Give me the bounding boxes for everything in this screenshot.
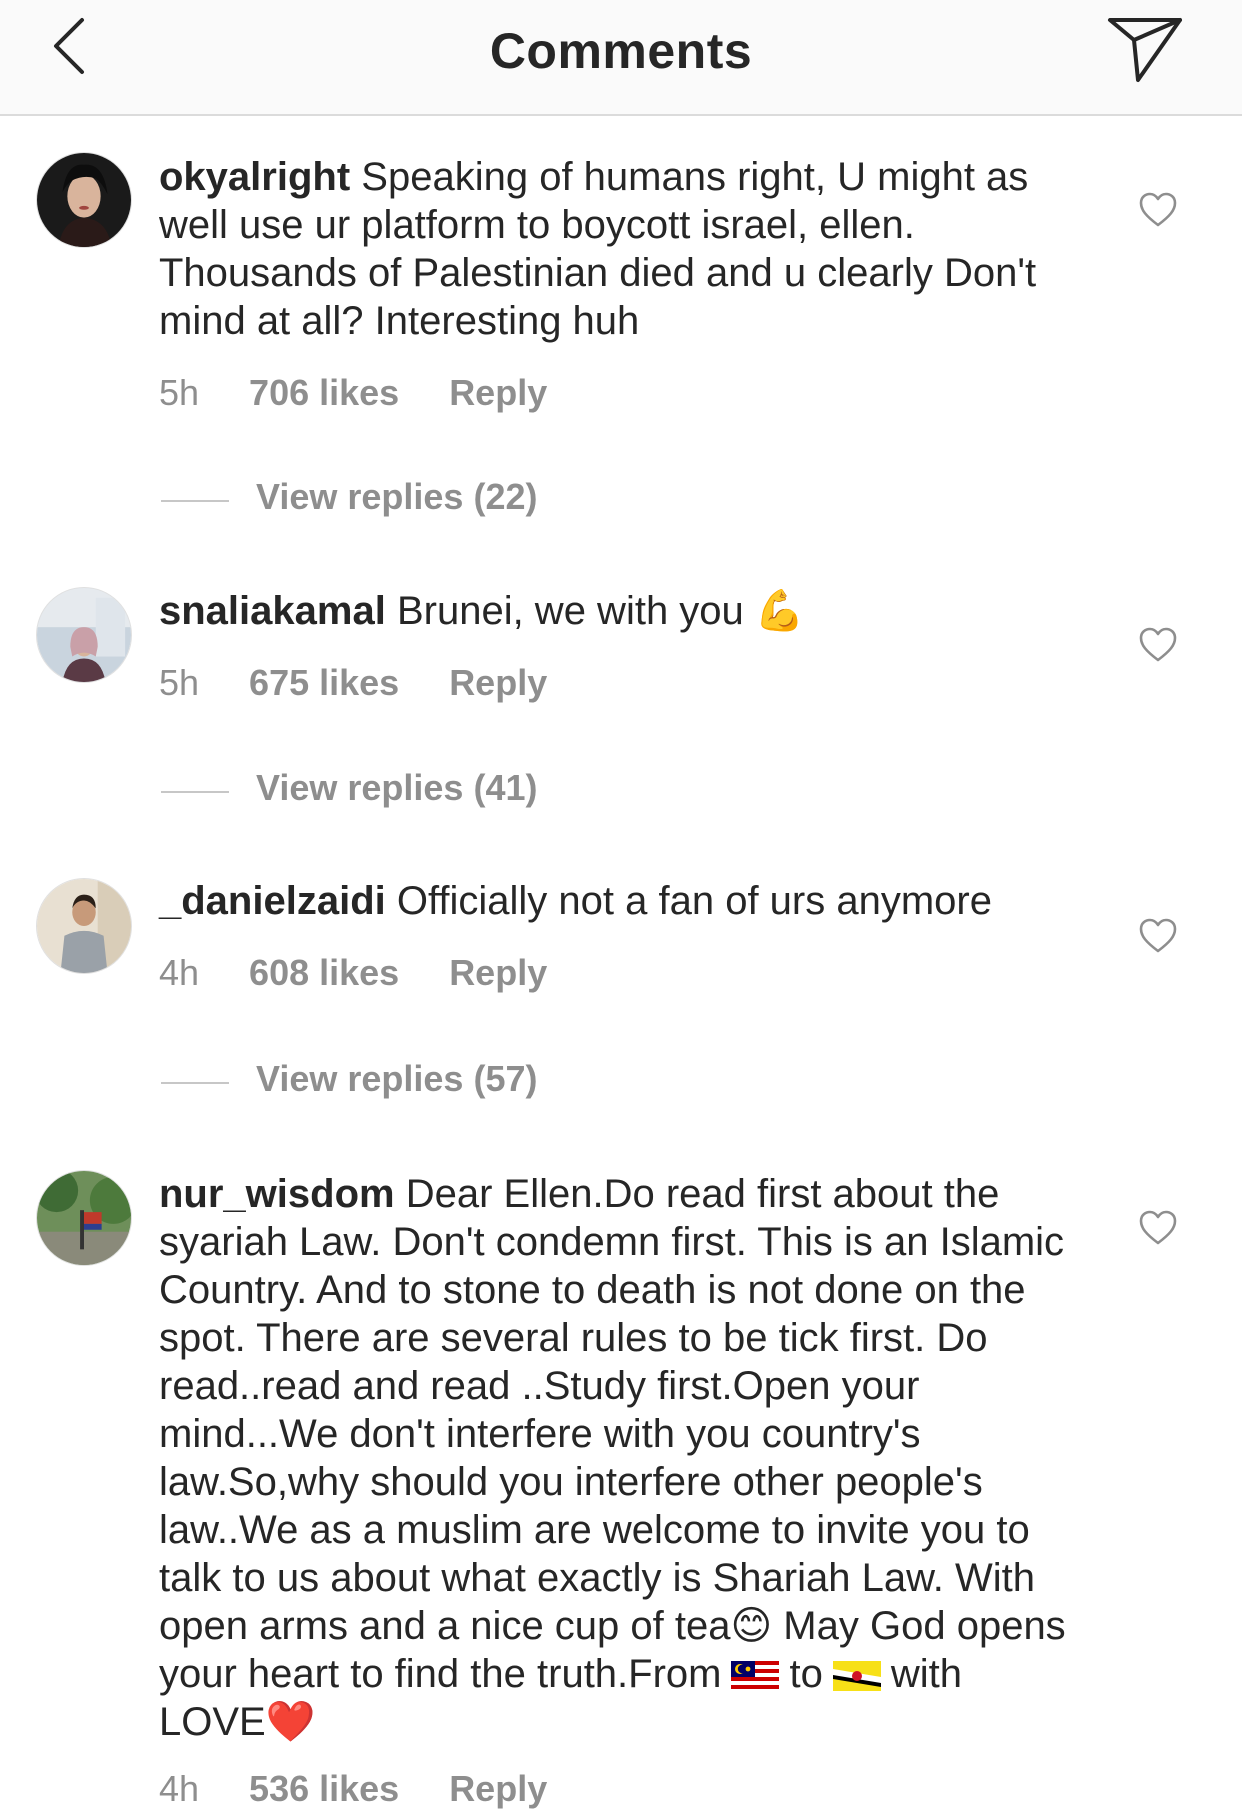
reply-button[interactable]: Reply [449, 662, 547, 704]
replies-divider [161, 791, 229, 793]
comment-likes[interactable]: 608 likes [249, 952, 399, 994]
like-button[interactable] [1138, 625, 1178, 665]
comment-text: _danielzaidi Officially not a fan of urs… [159, 877, 1079, 925]
comment-meta: 4h 536 likes Reply [159, 1768, 597, 1810]
comment-time: 5h [159, 372, 200, 413]
comment-meta: 5h 675 likes Reply [159, 662, 597, 704]
comment-username[interactable]: okyalright [159, 155, 350, 199]
like-button[interactable] [1138, 190, 1178, 230]
heart-outline-icon [1139, 192, 1177, 227]
view-replies-label[interactable]: View replies (22) [256, 476, 537, 518]
like-button[interactable] [1138, 916, 1178, 956]
share-button[interactable] [1106, 14, 1184, 84]
comment-likes[interactable]: 706 likes [249, 372, 399, 414]
comment-body: Officially not a fan of urs anymore [396, 879, 992, 923]
comment-likes[interactable]: 675 likes [249, 662, 399, 704]
brunei-flag-icon [832, 1661, 881, 1692]
reply-button[interactable]: Reply [449, 372, 547, 414]
replies-divider [161, 500, 229, 502]
avatar[interactable] [36, 1170, 132, 1266]
view-replies-label[interactable]: View replies (57) [256, 1058, 537, 1100]
comment-text: okyalright Speaking of humans right, U m… [159, 153, 1079, 345]
smile-emoji: 😊 [730, 1603, 773, 1649]
comment-body-to: to [789, 1652, 823, 1696]
reply-button[interactable]: Reply [449, 952, 547, 994]
comment-body: Brunei, we with you [396, 589, 744, 633]
comment-time: 4h [159, 952, 200, 993]
heart-outline-icon [1139, 1210, 1177, 1245]
comment-meta: 4h 608 likes Reply [159, 952, 597, 994]
paper-plane-icon [1108, 18, 1182, 82]
comment-body: Dear Ellen.Do read first about the syari… [159, 1172, 1065, 1648]
avatar[interactable] [36, 152, 132, 248]
comment-text: nur_wisdom Dear Ellen.Do read first abou… [159, 1170, 1079, 1746]
heart-outline-icon [1139, 627, 1177, 662]
avatar[interactable] [36, 587, 132, 683]
page-title: Comments [489, 23, 753, 79]
comment-text: snaliakamal Brunei, we with you 💪 [159, 587, 1079, 635]
comment-meta: 5h 706 likes Reply [159, 372, 597, 414]
comment-username[interactable]: snaliakamal [159, 589, 386, 633]
reply-button[interactable]: Reply [449, 1768, 547, 1810]
replies-divider [161, 1082, 229, 1084]
comment-likes[interactable]: 536 likes [249, 1768, 399, 1810]
heart-outline-icon [1139, 918, 1177, 953]
view-replies-label[interactable]: View replies (41) [256, 767, 537, 809]
red-heart-emoji: ❤️ [265, 1699, 316, 1745]
malaysia-flag-icon [731, 1661, 780, 1692]
header-bar: Comments [0, 0, 1242, 116]
comment-username[interactable]: nur_wisdom [159, 1172, 395, 1216]
flexed-biceps-emoji: 💪 [754, 588, 805, 634]
avatar[interactable] [36, 878, 132, 974]
comment-time: 4h [159, 1768, 200, 1809]
comment-time: 5h [159, 662, 200, 703]
comment-username[interactable]: _danielzaidi [159, 879, 386, 923]
like-button[interactable] [1138, 1208, 1178, 1248]
